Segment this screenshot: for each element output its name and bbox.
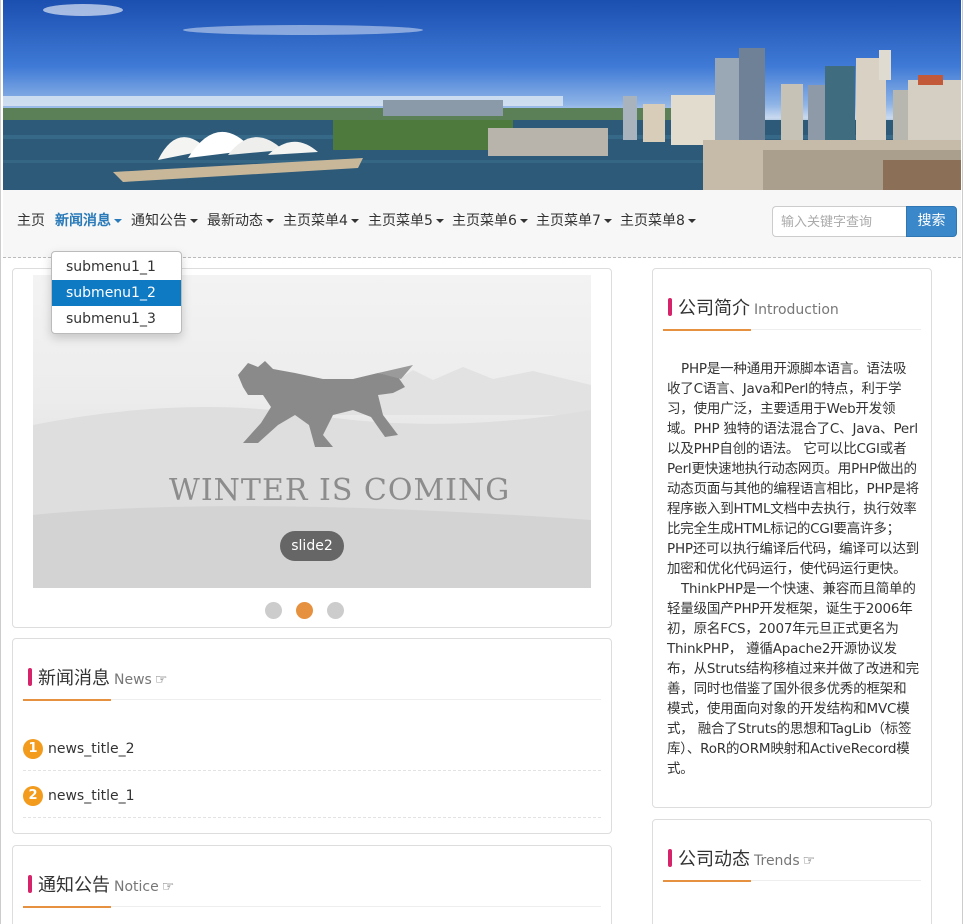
caret-down-icon bbox=[687, 219, 696, 223]
header-accent-line bbox=[23, 906, 111, 908]
news-item-title[interactable]: news_title_1 bbox=[48, 786, 135, 806]
caret-down-icon bbox=[519, 219, 528, 223]
nav-item-menu7[interactable]: 主页菜单7 bbox=[536, 211, 612, 231]
header-accent-line bbox=[663, 329, 751, 331]
trends-panel: 公司动态 Trends ☞ bbox=[652, 819, 932, 924]
number-badge: 1 bbox=[23, 739, 43, 759]
news-panel: 新闻消息 News ☞ 1 news_title_2 2 news_title_1 bbox=[12, 638, 612, 834]
dropdown-item-submenu1-2[interactable]: submenu1_2 bbox=[52, 280, 181, 306]
section-marker bbox=[668, 298, 672, 316]
slider-dot-1[interactable] bbox=[265, 602, 282, 619]
intro-body: PHP是一种通用开源脚本语言。语法吸收了C语言、Java和Perl的特点，利于学… bbox=[667, 359, 919, 779]
caret-down-icon bbox=[114, 219, 122, 223]
trends-panel-header: 公司动态 Trends ☞ bbox=[663, 840, 921, 882]
nav-item-home[interactable]: 主页 bbox=[17, 211, 45, 231]
pointing-hand-icon[interactable]: ☞ bbox=[155, 672, 168, 688]
nav-item-trends[interactable]: 最新动态 bbox=[207, 211, 274, 231]
slider-dot-2[interactable] bbox=[296, 602, 313, 619]
number-badge: 2 bbox=[23, 786, 43, 806]
news-panel-header: 新闻消息 News ☞ bbox=[23, 659, 601, 701]
search-button[interactable]: 搜索 bbox=[906, 206, 957, 237]
intro-panel-title: 公司简介 bbox=[678, 298, 750, 319]
dropdown-item-submenu1-1[interactable]: submenu1_1 bbox=[52, 254, 181, 280]
news-item-title[interactable]: news_title_2 bbox=[48, 739, 135, 759]
main-navbar: 主页 新闻消息 通知公告 最新动态 主页菜单4 主页菜单5 主页菜单6 主页菜单… bbox=[3, 190, 961, 258]
pointing-hand-icon[interactable]: ☞ bbox=[162, 879, 175, 895]
news-list-item[interactable]: 2 news_title_1 bbox=[23, 778, 601, 818]
nav-item-menu6[interactable]: 主页菜单6 bbox=[452, 211, 528, 231]
caret-down-icon bbox=[435, 219, 444, 223]
nav-item-news[interactable]: 新闻消息 bbox=[55, 211, 122, 231]
notice-panel: 通知公告 Notice ☞ bbox=[12, 845, 612, 924]
news-list-item[interactable]: 1 news_title_2 bbox=[23, 731, 601, 771]
header-accent-line bbox=[663, 880, 751, 882]
search-input[interactable] bbox=[772, 206, 906, 237]
pointing-hand-icon[interactable]: ☞ bbox=[803, 853, 816, 869]
news-panel-subtitle: News bbox=[114, 672, 152, 688]
nav-item-notice[interactable]: 通知公告 bbox=[131, 211, 198, 231]
nav-item-menu5[interactable]: 主页菜单5 bbox=[368, 211, 444, 231]
sydney-skyline-image bbox=[3, 4, 961, 190]
slider-dot-3[interactable] bbox=[327, 602, 344, 619]
section-marker bbox=[668, 849, 672, 867]
section-marker bbox=[28, 875, 32, 893]
caret-down-icon bbox=[190, 219, 198, 223]
news-dropdown-menu: submenu1_1 submenu1_2 submenu1_3 bbox=[51, 251, 182, 334]
notice-panel-subtitle: Notice bbox=[114, 879, 159, 895]
slide-caption: slide2 bbox=[280, 531, 344, 561]
section-marker bbox=[28, 668, 32, 686]
header-banner bbox=[3, 0, 961, 190]
nav-item-menu4[interactable]: 主页菜单4 bbox=[283, 211, 359, 231]
dropdown-item-submenu1-3[interactable]: submenu1_3 bbox=[52, 306, 181, 332]
slide-watermark-text: WINTER IS COMING bbox=[169, 473, 511, 508]
nav-item-menu8[interactable]: 主页菜单8 bbox=[620, 211, 696, 231]
caret-down-icon bbox=[266, 219, 274, 223]
header-accent-line bbox=[23, 699, 111, 701]
caret-down-icon bbox=[350, 219, 359, 223]
intro-paragraph-1: PHP是一种通用开源脚本语言。语法吸收了C语言、Java和Perl的特点，利于学… bbox=[667, 361, 919, 577]
trends-panel-subtitle: Trends bbox=[754, 853, 800, 869]
intro-panel-header: 公司简介 Introduction bbox=[663, 289, 921, 331]
news-panel-title[interactable]: 新闻消息 bbox=[38, 668, 110, 689]
notice-panel-title[interactable]: 通知公告 bbox=[38, 875, 110, 896]
intro-panel: 公司简介 Introduction PHP是一种通用开源脚本语言。语法吸收了C语言… bbox=[652, 268, 932, 808]
intro-paragraph-2: ThinkPHP是一个快速、兼容而且简单的轻量级国产PHP开发框架，诞生于200… bbox=[667, 581, 919, 777]
notice-panel-header: 通知公告 Notice ☞ bbox=[23, 866, 601, 908]
caret-down-icon bbox=[603, 219, 612, 223]
trends-panel-title[interactable]: 公司动态 bbox=[678, 849, 750, 870]
intro-panel-subtitle: Introduction bbox=[754, 302, 839, 318]
